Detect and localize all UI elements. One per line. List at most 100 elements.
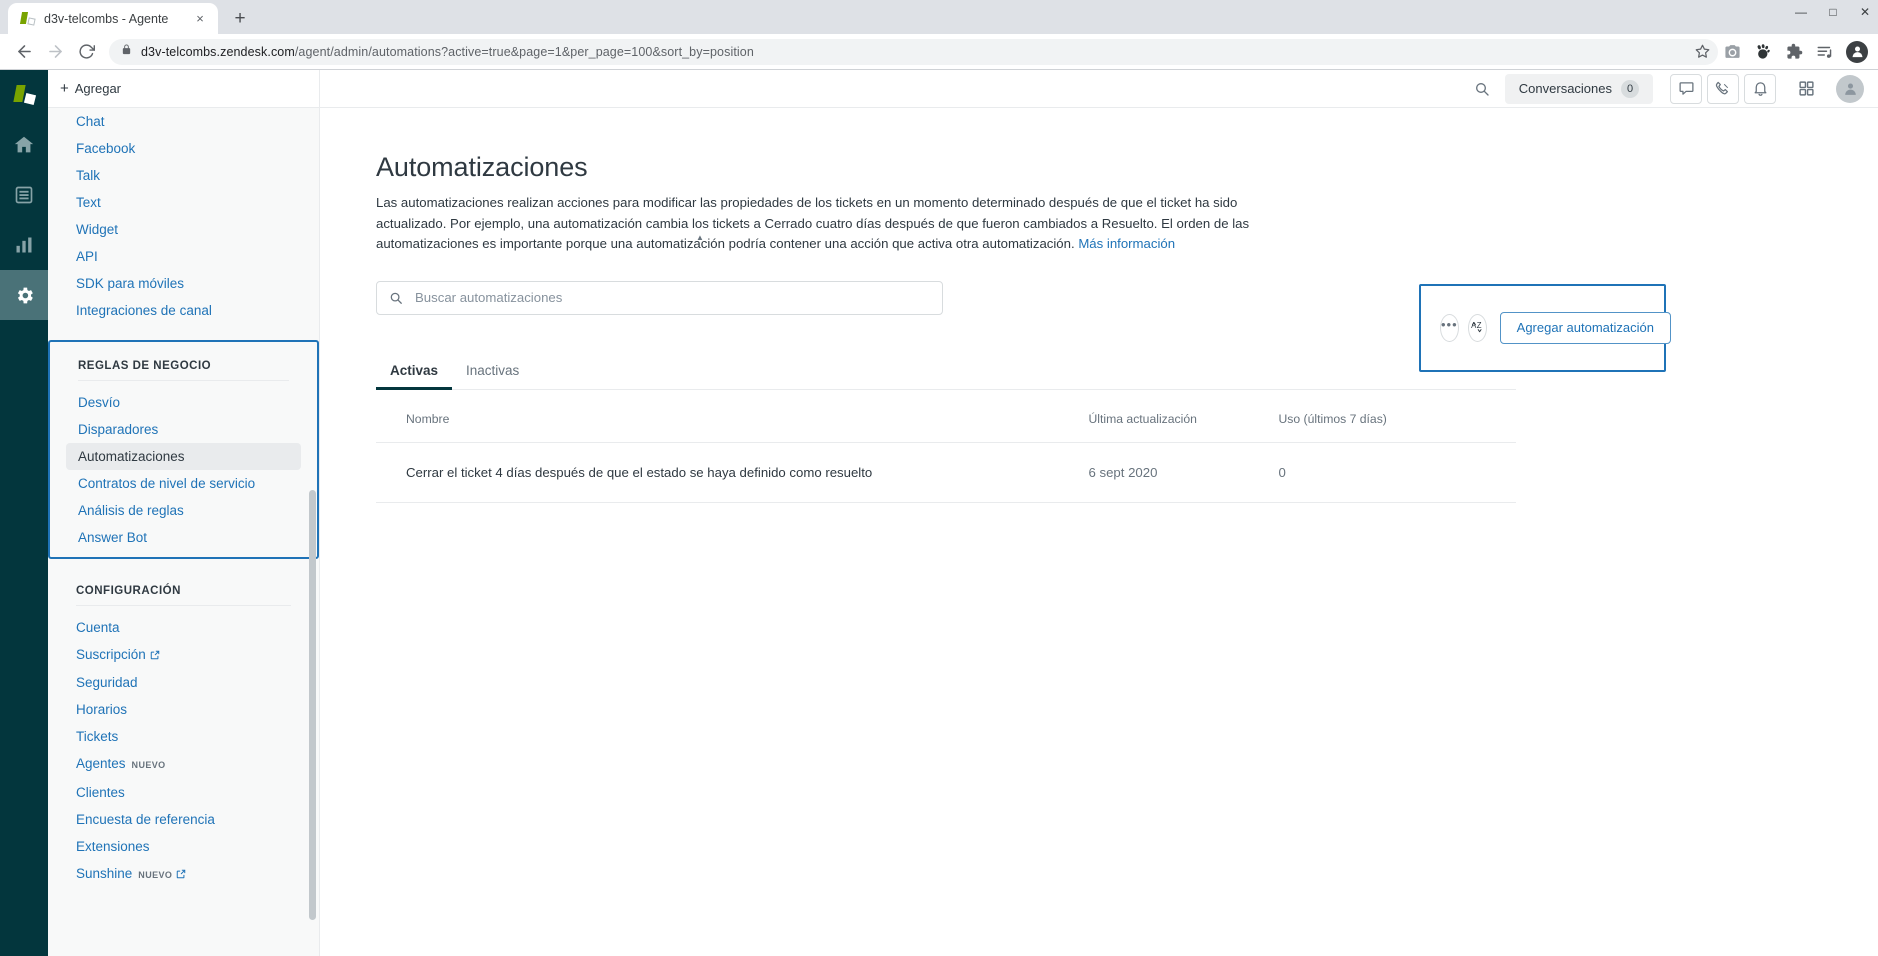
sidebar-group-settings: CONFIGURACIÓN Cuenta Suscripción Segurid… (48, 575, 319, 895)
table-row[interactable]: Cerrar el ticket 4 días después de que e… (376, 442, 1516, 503)
browser-window: d3v-telcombs - Agente × + — □ ✕ d3v-telc… (0, 0, 1878, 956)
browser-toolbar: d3v-telcombs.zendesk.com/agent/admin/aut… (0, 34, 1878, 70)
sidebar-item-agentes[interactable]: Agentes NUEVO (64, 750, 303, 779)
learn-more-link[interactable]: Más información (1078, 236, 1175, 251)
page-description: Las automatizaciones realizan acciones p… (376, 193, 1296, 255)
add-button-label: Agregar (74, 81, 122, 96)
browser-tabstrip: d3v-telcombs - Agente × + — □ ✕ (0, 0, 1878, 34)
zendesk-logo-icon (19, 11, 36, 27)
sidebar-item-api[interactable]: API (64, 243, 303, 270)
column-header-uso[interactable]: Uso (últimos 7 días) (1278, 411, 1516, 443)
sort-alphabetical-button[interactable]: AZ (1467, 313, 1487, 342)
minimize-icon[interactable]: — (1794, 6, 1808, 18)
sidebar-item-answer-bot[interactable]: Answer Bot (66, 524, 301, 551)
label: Agentes (76, 756, 126, 771)
main-area: Conversaciones 0 ▲ Automatizaciones Las … (320, 70, 1878, 956)
tab-activas[interactable]: Activas (376, 357, 453, 390)
notification-bell-icon[interactable] (1744, 73, 1776, 104)
browser-tab[interactable]: d3v-telcombs - Agente × (8, 3, 218, 34)
window-controls: — □ ✕ (1794, 6, 1872, 18)
gnome-icon[interactable] (1749, 38, 1777, 66)
channel-nav-list: Chat Facebook Talk Text Widget API SDK p… (48, 108, 319, 324)
label: Seguridad (76, 675, 138, 690)
apps-grid-icon[interactable] (1790, 74, 1822, 104)
camera-icon[interactable] (1718, 38, 1746, 66)
conversations-count-badge: 0 (1621, 79, 1639, 98)
sidebar-item-suscripcion[interactable]: Suscripción (64, 641, 303, 669)
new-badge: NUEVO (131, 760, 166, 770)
cell-usage: 0 (1278, 442, 1516, 503)
search-input[interactable] (413, 289, 930, 306)
sidebar-item-encuesta-de-referencia[interactable]: Encuesta de referencia (64, 806, 303, 833)
star-icon[interactable] (1689, 38, 1715, 65)
sidebar-item-disparadores[interactable]: Disparadores (66, 416, 301, 443)
scroll-up-arrow-icon[interactable]: ▲ (696, 233, 704, 242)
add-button[interactable]: + Agregar (60, 81, 121, 96)
tab-inactivas[interactable]: Inactivas (452, 357, 533, 390)
zendesk-logo[interactable] (0, 70, 48, 120)
sidebar-item-facebook[interactable]: Facebook (64, 135, 303, 162)
maximize-icon[interactable]: □ (1826, 6, 1840, 18)
browser-tab-title: d3v-telcombs - Agente (44, 11, 169, 26)
forward-icon[interactable] (41, 38, 69, 66)
sidebar-group-business-rules: REGLAS DE NEGOCIO Desvío Disparadores Au… (48, 340, 319, 559)
user-avatar[interactable] (1836, 74, 1864, 103)
zendesk-app: + Agregar Chat Facebook Talk Text Widget… (0, 70, 1878, 956)
sidebar-item-horarios[interactable]: Horarios (64, 696, 303, 723)
back-icon[interactable] (10, 38, 38, 66)
sidebar-item-sunshine[interactable]: Sunshine NUEVO (64, 860, 303, 889)
admin-gear-icon[interactable] (0, 270, 48, 320)
sidebar-item-channel-integrations[interactable]: Integraciones de canal (64, 297, 303, 324)
sidebar-item-sla[interactable]: Contratos de nivel de servicio (66, 470, 301, 497)
label: Horarios (76, 702, 128, 717)
reload-icon[interactable] (72, 38, 100, 66)
ellipsis-icon: ••• (1441, 317, 1458, 332)
window-close-icon[interactable]: ✕ (1858, 6, 1872, 18)
sidebar-item-mobile-sdk[interactable]: SDK para móviles (64, 270, 303, 297)
address-bar[interactable]: d3v-telcombs.zendesk.com/agent/admin/aut… (109, 38, 1718, 65)
close-icon[interactable]: × (192, 11, 208, 27)
cell-last-updated: 6 sept 2020 (1088, 442, 1279, 503)
url-path: /agent/admin/automations?active=true&pag… (294, 44, 754, 59)
views-icon[interactable] (0, 170, 48, 220)
sidebar-item-cuenta[interactable]: Cuenta (64, 614, 303, 641)
label: Extensiones (76, 839, 150, 854)
label: Sunshine (76, 866, 133, 881)
search-automations-box[interactable] (376, 280, 943, 315)
add-automation-button[interactable]: Agregar automatización (1499, 311, 1671, 344)
actions-panel: ••• AZ Agregar automatización (1419, 283, 1671, 372)
more-options-button[interactable]: ••• (1440, 313, 1459, 342)
external-link-icon (176, 865, 186, 884)
profile-avatar[interactable] (1846, 40, 1868, 63)
cell-automation-name[interactable]: Cerrar el ticket 4 días después de que e… (376, 442, 1089, 503)
column-header-ultima-actualizacion[interactable]: Última actualización (1088, 411, 1279, 443)
sidebar-item-tickets[interactable]: Tickets (64, 723, 303, 750)
sidebar-item-desvio[interactable]: Desvío (66, 389, 301, 416)
search-icon[interactable] (1465, 74, 1499, 104)
sidebar-item-chat[interactable]: Chat (64, 108, 303, 135)
column-header-nombre[interactable]: Nombre (376, 411, 1089, 443)
address-bar-url: d3v-telcombs.zendesk.com/agent/admin/aut… (141, 45, 754, 59)
phone-icon[interactable] (1707, 73, 1739, 104)
home-icon[interactable] (0, 120, 48, 170)
label: Suscripción (76, 647, 146, 662)
table-head: Nombre Última actualización Uso (últimos… (376, 411, 1516, 443)
reporting-icon[interactable] (0, 220, 48, 270)
sidebar-item-widget[interactable]: Widget (64, 216, 303, 243)
conversations-button[interactable]: Conversaciones 0 (1504, 73, 1653, 104)
sidebar-item-clientes[interactable]: Clientes (64, 779, 303, 806)
page-title: Automatizaciones (376, 152, 588, 182)
plus-icon: + (60, 80, 69, 97)
chat-bubble-icon[interactable] (1670, 73, 1702, 104)
puzzle-icon[interactable] (1780, 38, 1808, 66)
sidebar-item-text[interactable]: Text (64, 189, 303, 216)
sidebar-item-extensiones[interactable]: Extensiones (64, 833, 303, 860)
sidebar-item-analisis-de-reglas[interactable]: Análisis de reglas (66, 497, 301, 524)
sidebar-item-automatizaciones[interactable]: Automatizaciones (66, 443, 301, 470)
sidebar-scrollbar[interactable] (309, 490, 316, 920)
new-tab-button[interactable]: + (226, 4, 254, 32)
media-list-icon[interactable] (1811, 38, 1839, 66)
sidebar-item-seguridad[interactable]: Seguridad (64, 669, 303, 696)
lock-icon (121, 43, 132, 61)
sidebar-item-talk[interactable]: Talk (64, 162, 303, 189)
